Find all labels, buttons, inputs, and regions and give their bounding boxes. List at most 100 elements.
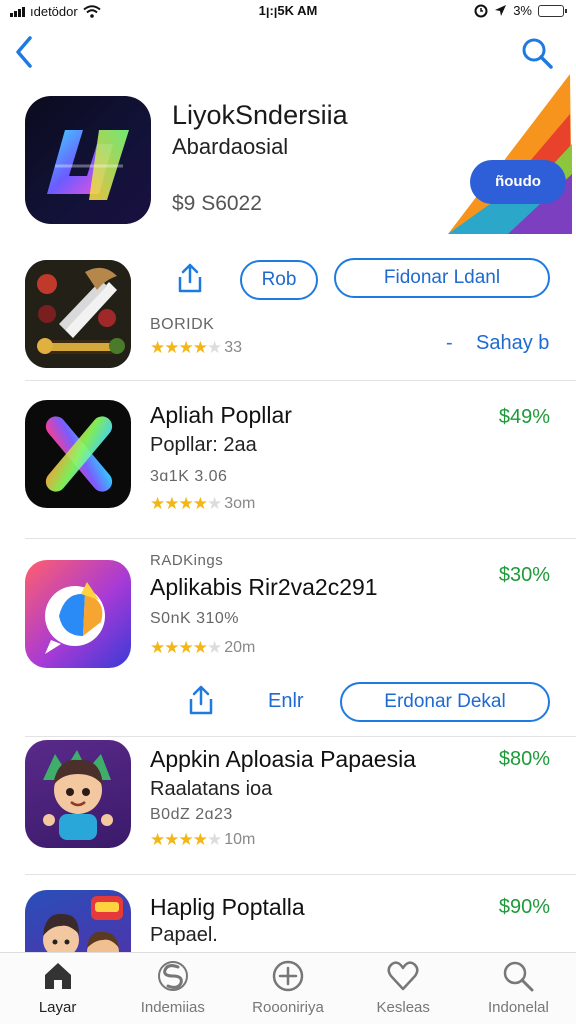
star-filled-icon: ★ [178, 830, 194, 849]
app-icon-3 [25, 740, 131, 848]
list-item-app-4[interactable]: Haplig Poptalla Papael. $90% [0, 888, 576, 952]
tab-label: Layar [38, 999, 77, 1016]
status-right: 3% [474, 3, 567, 18]
rating-count: 3om [224, 495, 256, 512]
character-icon [43, 750, 113, 840]
featured-app-row[interactable]: Rob Fidonar Ldanl BORIDK ★★★★★ 33 - Saha… [0, 258, 576, 384]
search-icon [504, 961, 534, 992]
divider [25, 380, 576, 381]
featured-share-button[interactable] [175, 262, 205, 294]
app-price[interactable]: $49% [499, 406, 550, 429]
app-title: Appkin Aploasia Papaesia [150, 746, 416, 772]
app-title: Apliah Popllar [150, 402, 292, 428]
hero-app-icon[interactable] [25, 96, 151, 224]
rating-count: 20m [224, 639, 256, 656]
hero-section: LiyokSndersiia Abardaosial $9 S6022 ñoud… [0, 74, 576, 236]
tab-indemiias[interactable]: Indemiias [115, 953, 230, 1024]
featured-meta: BORIDK [150, 316, 215, 333]
star-filled-icon: ★ [178, 338, 194, 357]
tab-label: Roooniriya [252, 999, 324, 1016]
game-art-icon [25, 260, 131, 368]
star-empty-icon: ★ [207, 338, 222, 357]
tab-roooniriya[interactable]: Roooniriya [230, 953, 345, 1024]
star-filled-icon: ★ [150, 338, 165, 357]
star-rating-icon: ★★★★★ [150, 494, 222, 514]
star-rating-icon: ★★★★★ [150, 638, 222, 658]
tab-label: Indemiias [140, 999, 205, 1016]
chat-logo-icon [45, 582, 105, 654]
star-empty-icon: ★ [207, 494, 222, 513]
app-price[interactable]: $90% [499, 896, 550, 919]
hero-logo-icon [47, 130, 129, 200]
entry-link-button[interactable]: Enlr [268, 690, 304, 713]
search-button[interactable] [520, 36, 554, 70]
add-icon [272, 960, 304, 992]
app-icon-2 [25, 560, 131, 668]
battery-percent: 3% [513, 3, 532, 18]
app-rating: ★★★★★ 10m [150, 830, 255, 850]
app-price[interactable]: $80% [499, 748, 550, 771]
star-filled-icon: ★ [178, 494, 194, 513]
divider [25, 538, 576, 539]
star-filled-icon: ★ [178, 638, 194, 657]
star-rating-icon: ★★★★★ [150, 338, 222, 358]
download-button[interactable]: Erdonar Dekal [340, 682, 550, 722]
tab-indonelal[interactable]: Indonelal [461, 953, 576, 1024]
location-icon [495, 5, 507, 16]
status-bar: ıdetödor 1ꞁ:ꞁ5K AM 3% [0, 0, 576, 24]
featured-primary-button[interactable]: Fidonar Ldanl [334, 258, 550, 298]
featured-app-icon [25, 260, 131, 368]
tab-bar: Layar Indemiias Roooniriya Kesleas Indon… [0, 952, 576, 1024]
app-price[interactable]: $30% [499, 564, 550, 587]
promo-banner[interactable]: ñoudo [448, 74, 572, 234]
star-filled-icon: ★ [192, 494, 208, 513]
star-filled-icon: ★ [150, 494, 165, 513]
featured-secondary-button[interactable]: Rob [240, 260, 318, 300]
app-subtitle: Raalatans ioa [150, 778, 273, 800]
star-filled-icon: ★ [150, 830, 165, 849]
app-title: Haplig Poptalla [150, 894, 305, 920]
star-empty-icon: ★ [207, 638, 222, 657]
star-filled-icon: ★ [164, 638, 179, 657]
battery-icon [538, 4, 567, 17]
nav-bar [0, 30, 576, 74]
star-filled-icon: ★ [150, 638, 165, 657]
chevron-left-icon [16, 36, 32, 68]
heart-icon [387, 961, 419, 991]
x-logo-icon [45, 416, 113, 492]
featured-rating: ★★★★★ 33 [150, 338, 242, 358]
divider [25, 736, 576, 737]
featured-link-button[interactable]: Sahay b [476, 332, 549, 355]
tab-kesleas[interactable]: Kesleas [346, 953, 461, 1024]
star-filled-icon: ★ [192, 338, 208, 357]
app-meta: S0nK 310% [150, 610, 240, 627]
share-icon [178, 263, 202, 293]
star-filled-icon: ★ [164, 830, 179, 849]
app-meta: 3ɑ1K 3.06 [150, 468, 228, 485]
app-rating: ★★★★★ 20m [150, 638, 255, 658]
share-button[interactable] [186, 684, 216, 716]
characters-icon [43, 896, 123, 952]
banner-graphic [448, 74, 572, 234]
share-icon [189, 685, 213, 715]
rating-count: 33 [224, 339, 243, 356]
apps-icon [157, 961, 188, 991]
hero-subtitle: Abardaosial [172, 134, 289, 159]
list-item-app-3[interactable]: Appkin Aploasia Papaesia Raalatans ioa B… [0, 740, 576, 875]
hero-price: $9 S6022 [172, 192, 262, 215]
star-empty-icon: ★ [207, 830, 222, 849]
app-title: Aplikabis Rir2va2c291 [150, 574, 378, 600]
app-rating: ★★★★★ 3om [150, 494, 255, 514]
app-icon-1 [25, 400, 131, 508]
action-row: Enlr Erdonar Dekal [0, 680, 576, 724]
list-item-app-1[interactable]: Apliah Popllar Popllar: 2aa 3ɑ1K 3.06 ★★… [0, 400, 576, 539]
divider [25, 874, 576, 875]
app-subtitle: Popllar: 2aa [150, 434, 257, 456]
tab-label: Indonelal [487, 999, 549, 1016]
tab-layar[interactable]: Layar [0, 953, 115, 1024]
star-rating-icon: ★★★★★ [150, 830, 222, 850]
star-filled-icon: ★ [164, 494, 179, 513]
back-button[interactable] [10, 34, 42, 70]
banner-label: ñoudo [470, 160, 566, 204]
search-icon [522, 38, 553, 69]
